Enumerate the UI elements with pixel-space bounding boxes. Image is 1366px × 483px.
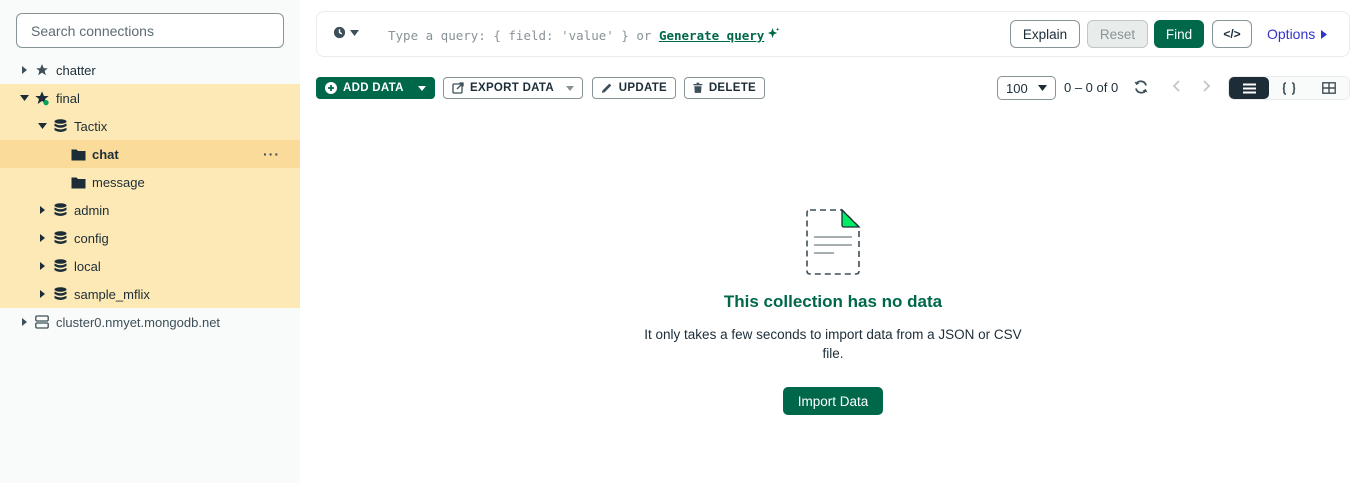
query-input[interactable]: Type a query: { field: 'value' } or Gene… (388, 27, 780, 43)
page-size-select[interactable]: 100 (997, 76, 1056, 100)
empty-document-icon (804, 207, 862, 277)
caret-right-icon[interactable] (19, 317, 29, 327)
refresh-icon[interactable] (1133, 79, 1149, 99)
empty-state-title: This collection has no data (723, 292, 943, 311)
find-button[interactable]: Find (1154, 20, 1204, 48)
chevron-right-icon[interactable] (1201, 78, 1211, 98)
chevron-down-icon (566, 85, 574, 91)
delete-label: DELETE (708, 82, 756, 94)
export-icon (452, 82, 464, 94)
tree-item-final[interactable]: final (0, 84, 300, 112)
caret-right-icon[interactable] (37, 289, 47, 299)
tree-item-label: chatter (56, 62, 96, 78)
documents-toolbar: ADD DATA EXPORT DATA UPDATE DELETE 100 0… (316, 76, 1350, 100)
tree-item-sample-mflix[interactable]: sample_mflix (0, 280, 300, 308)
explain-button[interactable]: Explain (1010, 20, 1080, 48)
code-icon[interactable]: </> (1212, 20, 1252, 48)
server-icon (34, 314, 50, 330)
view-toggle (1228, 76, 1350, 100)
active-connection-group: final Tactix chat ··· message admin conf… (0, 84, 300, 308)
pagination-range: 0 – 0 of 0 (1064, 80, 1119, 95)
tree-item-label: local (74, 258, 101, 274)
clock-icon (333, 26, 346, 39)
caret-right-icon[interactable] (19, 65, 29, 75)
tree-item-chat[interactable]: chat ··· (0, 140, 300, 168)
caret-right-icon[interactable] (37, 261, 47, 271)
tree-item-config[interactable]: config (0, 224, 300, 252)
tree-item-cluster0[interactable]: cluster0.nmyet.mongodb.net (0, 308, 300, 336)
export-data-button[interactable]: EXPORT DATA (443, 77, 583, 99)
database-icon (52, 118, 68, 134)
import-data-button[interactable]: Import Data (783, 387, 883, 415)
caret-down-icon[interactable] (19, 93, 29, 103)
page-size-value: 100 (1006, 80, 1028, 96)
tree-item-tactix[interactable]: Tactix (0, 112, 300, 140)
plus-circle-icon (325, 82, 337, 94)
database-icon (52, 230, 68, 246)
trash-icon (693, 82, 703, 93)
generate-query-link[interactable]: Generate query (659, 28, 764, 43)
query-bar: Type a query: { field: 'value' } or Gene… (316, 11, 1350, 57)
tree-item-admin[interactable]: admin (0, 196, 300, 224)
connection-tree: chatter final Tactix chat ··· message ad… (0, 56, 300, 336)
sidebar: chatter final Tactix chat ··· message (0, 0, 300, 483)
chevron-down-icon (1038, 85, 1047, 91)
update-button[interactable]: UPDATE (592, 77, 676, 99)
sparkle-icon (767, 27, 780, 43)
tree-item-label: cluster0.nmyet.mongodb.net (56, 314, 221, 330)
tree-item-message[interactable]: message (0, 168, 300, 196)
search-connections-box[interactable] (16, 13, 284, 48)
list-view-icon[interactable] (1229, 77, 1269, 99)
more-options-icon[interactable]: ··· (263, 146, 280, 162)
database-icon (52, 202, 68, 218)
star-icon (34, 62, 50, 78)
tree-item-local[interactable]: local (0, 252, 300, 280)
query-placeholder: Type a query: { field: 'value' } or (388, 28, 652, 43)
chevron-down-icon (350, 29, 359, 36)
options-toggle[interactable]: Options (1267, 20, 1328, 48)
tree-item-label: config (74, 230, 109, 246)
folder-icon (70, 174, 86, 190)
pencil-icon (601, 83, 612, 93)
caret-right-icon[interactable] (37, 233, 47, 243)
add-data-label: ADD DATA (343, 82, 404, 94)
search-connections-input[interactable] (31, 22, 269, 39)
star-connected-icon (34, 90, 50, 106)
tree-item-label: final (56, 90, 80, 106)
caret-right-icon[interactable] (37, 205, 47, 215)
json-view-icon[interactable] (1269, 77, 1309, 99)
table-view-icon[interactable] (1309, 77, 1349, 99)
database-icon (52, 258, 68, 274)
add-data-button[interactable]: ADD DATA (316, 77, 435, 99)
chevron-left-icon[interactable] (1172, 78, 1182, 98)
caret-right-icon (1321, 29, 1328, 39)
tree-item-label: sample_mflix (74, 286, 150, 302)
delete-button[interactable]: DELETE (684, 77, 765, 99)
export-data-label: EXPORT DATA (470, 82, 555, 94)
update-label: UPDATE (618, 82, 667, 94)
tree-item-chatter[interactable]: chatter (0, 56, 300, 84)
tree-item-label: admin (74, 202, 110, 218)
reset-button[interactable]: Reset (1087, 20, 1148, 48)
caret-down-icon[interactable] (37, 121, 47, 131)
folder-icon (70, 146, 86, 162)
database-icon (52, 286, 68, 302)
tree-item-label: Tactix (74, 118, 108, 134)
chevron-down-icon (418, 85, 426, 91)
query-history-button[interactable] (333, 26, 359, 39)
options-label: Options (1267, 26, 1316, 42)
tree-item-label: chat (92, 146, 119, 162)
empty-state-subtitle: It only takes a few seconds to import da… (644, 327, 1022, 361)
tree-item-label: message (92, 174, 145, 190)
